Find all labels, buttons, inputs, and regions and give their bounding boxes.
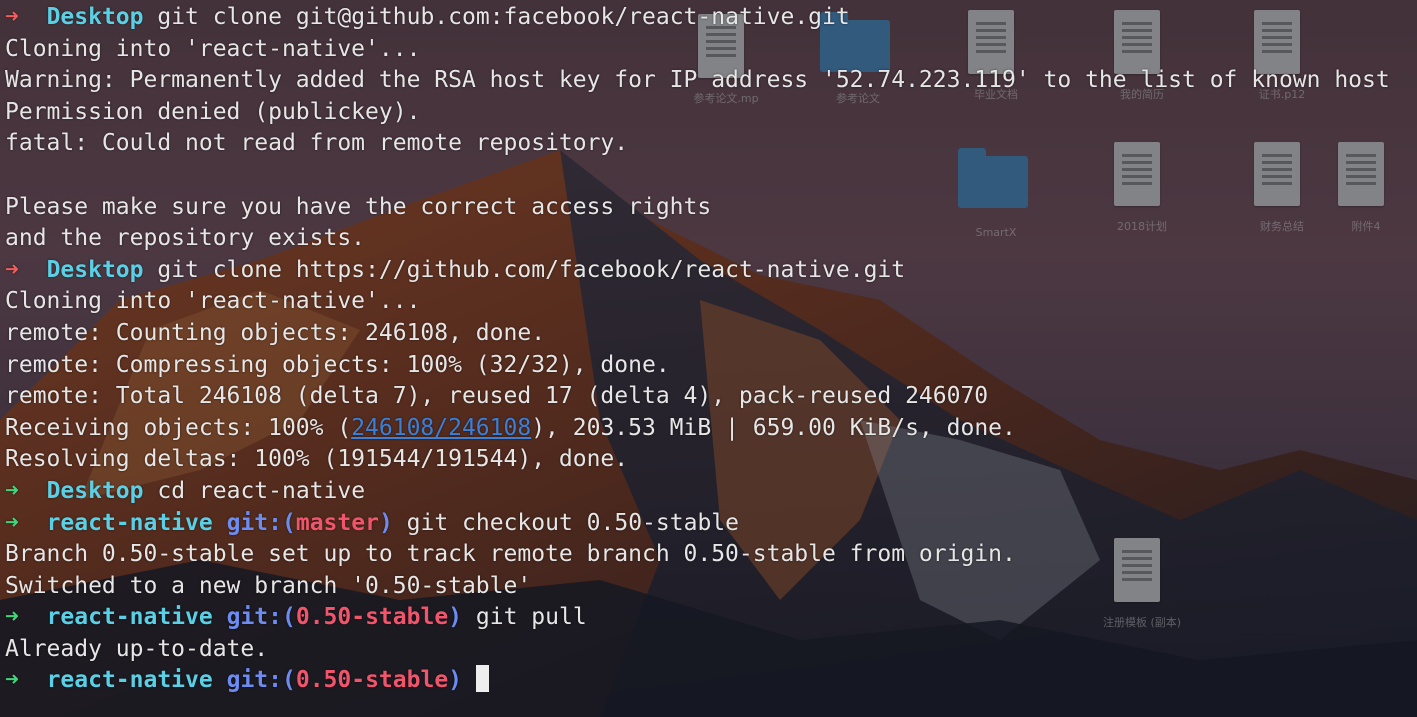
terminal-output[interactable]: ➜ Desktop git clone git@github.com:faceb… (0, 0, 1417, 717)
output-line: Receiving objects: 100% (246108/246108),… (5, 413, 1417, 445)
prompt-command: cd react-native (157, 477, 366, 504)
prompt-arrow-icon: ➜ (5, 667, 19, 694)
prompt-line: ➜ Desktop git clone git@github.com:faceb… (5, 2, 1417, 34)
git-suffix: ) (378, 509, 393, 536)
prompt-command: git clone https://github.com/facebook/re… (157, 256, 906, 283)
git-prefix: git:( (226, 667, 296, 694)
output-text: fatal: Could not read from remote reposi… (5, 130, 629, 157)
prompt-directory: react-native (46, 509, 213, 536)
output-line: Permission denied (publickey). (5, 97, 1417, 129)
prompt-arrow-icon: ➜ (5, 509, 19, 536)
object-count-link: 246108/246108 (351, 414, 532, 441)
output-line: remote: Total 246108 (delta 7), reused 1… (5, 381, 1417, 413)
output-text: and the repository exists. (5, 225, 366, 252)
output-text: Receiving objects: 100% ( (5, 414, 352, 441)
output-text: remote: Compressing objects: 100% (32/32… (5, 351, 670, 378)
prompt-directory: Desktop (46, 4, 144, 30)
output-text: Resolving deltas: 100% (191544/191544), … (5, 446, 629, 473)
output-text: Cloning into 'react-native'... (5, 288, 421, 315)
git-prefix: git:( (226, 509, 296, 536)
prompt-command: git pull (475, 604, 587, 631)
output-line: fatal: Could not read from remote reposi… (5, 128, 1417, 160)
prompt-command: git clone git@github.com:facebook/react-… (157, 4, 850, 30)
prompt-command: git checkout 0.50-stable (406, 509, 739, 536)
output-line: Please make sure you have the correct ac… (5, 192, 1417, 224)
output-line: Warning: Permanently added the RSA host … (5, 65, 1417, 97)
prompt-arrow-icon: ➜ (5, 256, 19, 283)
prompt-directory: react-native (46, 604, 213, 631)
prompt-line: ➜ react-native git:(0.50-stable) git pul… (5, 602, 1417, 634)
git-branch: 0.50-stable (295, 604, 449, 631)
git-prefix: git:( (226, 604, 296, 631)
prompt-arrow-icon: ➜ (5, 4, 19, 30)
output-text: Branch 0.50-stable set up to track remot… (5, 541, 1016, 568)
output-line: Branch 0.50-stable set up to track remot… (5, 539, 1417, 571)
git-suffix: ) (448, 604, 463, 631)
prompt-arrow-icon: ➜ (5, 477, 19, 504)
output-text: Warning: Permanently added the RSA host … (5, 67, 1390, 94)
output-text: ), 203.53 MiB | 659.00 KiB/s, done. (531, 414, 1016, 441)
prompt-line: ➜ react-native git:(0.50-stable) (5, 665, 1417, 697)
prompt-line: ➜ Desktop git clone https://github.com/f… (5, 255, 1417, 287)
output-line: and the repository exists. (5, 223, 1417, 255)
output-line: Already up-to-date. (5, 634, 1417, 666)
screen: 参考论文.mp 参考论文 毕业文档 我的简历 证书.p12 SmartX 201… (0, 0, 1417, 717)
prompt-line: ➜ react-native git:(master) git checkout… (5, 508, 1417, 540)
git-suffix: ) (448, 667, 463, 694)
prompt-directory: Desktop (46, 477, 144, 504)
output-text: remote: Total 246108 (delta 7), reused 1… (5, 383, 989, 410)
prompt-arrow-icon: ➜ (5, 604, 19, 631)
output-text: Switched to a new branch '0.50-stable' (5, 572, 532, 599)
output-line: Resolving deltas: 100% (191544/191544), … (5, 444, 1417, 476)
git-branch: 0.50-stable (295, 667, 449, 694)
output-line: Cloning into 'react-native'... (5, 34, 1417, 66)
prompt-directory: react-native (46, 667, 213, 694)
output-text: Already up-to-date. (5, 635, 269, 662)
output-line: remote: Compressing objects: 100% (32/32… (5, 350, 1417, 382)
output-line: remote: Counting objects: 246108, done. (5, 318, 1417, 350)
output-line: Cloning into 'react-native'... (5, 286, 1417, 318)
prompt-line: ➜ Desktop cd react-native (5, 476, 1417, 508)
output-text: Cloning into 'react-native'... (5, 35, 421, 62)
output-text: remote: Counting objects: 246108, done. (5, 319, 546, 346)
output-line: Switched to a new branch '0.50-stable' (5, 571, 1417, 603)
git-branch: master (295, 509, 379, 536)
text-cursor[interactable] (475, 665, 489, 693)
output-text: Permission denied (publickey). (5, 98, 421, 125)
prompt-directory: Desktop (46, 256, 144, 283)
output-text: Please make sure you have the correct ac… (5, 193, 712, 220)
